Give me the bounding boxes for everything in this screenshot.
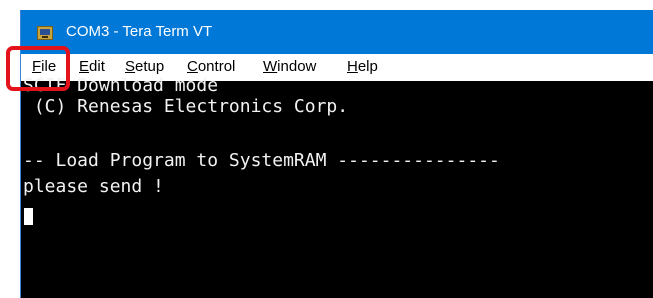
terminal-window: COM3 - Tera Term VT File Edit Setup Cont…: [20, 10, 653, 298]
terminal-line: (C) Renesas Electronics Corp.: [23, 96, 349, 117]
title-bar[interactable]: COM3 - Tera Term VT: [21, 10, 653, 54]
text-cursor: [24, 208, 33, 225]
menu-help[interactable]: Help: [346, 58, 379, 76]
menu-edit[interactable]: Edit: [78, 58, 106, 76]
menu-setup[interactable]: Setup: [124, 58, 165, 76]
menu-control[interactable]: Control: [186, 58, 236, 76]
tera-term-app-icon[interactable]: [37, 26, 53, 40]
terminal-line: please send !: [23, 176, 164, 197]
terminal-line: -- Load Program to SystemRAM -----------…: [23, 150, 500, 171]
window-title: COM3 - Tera Term VT: [66, 23, 213, 40]
terminal-output[interactable]: SCIF Download mode (C) Renesas Electroni…: [21, 75, 653, 298]
menu-window[interactable]: Window: [262, 58, 317, 76]
file-menu-highlight: [6, 46, 70, 91]
